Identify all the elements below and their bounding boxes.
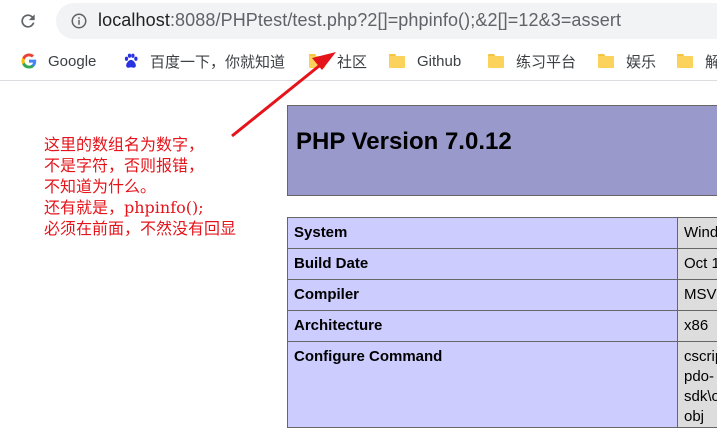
php-version-title: PHP Version 7.0.12 — [296, 128, 512, 156]
row-value: MSVC — [678, 280, 717, 311]
bookmark-label: Github — [417, 53, 461, 70]
annotation-note: 这里的数组名为数字， 不是字符，否则报错， 不知道为什么。 还有就是，phpin… — [44, 134, 294, 239]
bookmark-baidu[interactable]: 百度一下，你就知道 — [122, 42, 285, 80]
annotation-line: 还有就是，phpinfo(); — [44, 198, 204, 217]
table-row: System Wind — [288, 218, 717, 249]
info-icon[interactable] — [70, 12, 88, 30]
value-line: cscrip — [684, 347, 717, 367]
phpinfo-table: System Wind Build Date Oct 1 Compiler MS… — [287, 217, 717, 428]
bookmark-label: 解 — [705, 51, 717, 72]
row-key: System — [288, 218, 678, 249]
folder-icon — [598, 54, 614, 68]
row-value: Wind — [678, 218, 717, 249]
address-bar[interactable]: localhost:8088/PHPtest/test.php?2[]=phpi… — [56, 3, 717, 39]
bookmark-folder-more[interactable]: 解 — [677, 42, 717, 80]
baidu-paw-icon — [122, 52, 140, 70]
row-value: Oct 1 — [678, 249, 717, 280]
folder-icon — [309, 54, 325, 68]
table-row: Build Date Oct 1 — [288, 249, 717, 280]
bookmark-folder-community[interactable]: 社区 — [309, 42, 367, 80]
google-icon — [20, 52, 38, 70]
bookmark-label: 百度一下，你就知道 — [150, 51, 285, 72]
value-line: sdk\o — [684, 387, 717, 407]
row-key: Architecture — [288, 311, 678, 342]
row-key: Compiler — [288, 280, 678, 311]
bookmark-folder-entertainment[interactable]: 娱乐 — [598, 42, 656, 80]
annotation-line: 这里的数组名为数字， — [44, 135, 204, 154]
table-row: Architecture x86 — [288, 311, 717, 342]
value-line: pdo- — [684, 367, 717, 387]
folder-icon — [677, 54, 693, 68]
url-text[interactable]: localhost:8088/PHPtest/test.php?2[]=phpi… — [98, 10, 621, 31]
annotation-line: 不是字符，否则报错， — [44, 156, 204, 175]
bookmarks-bar: Google 百度一下，你就知道 社区 Github 练习平台 娱乐 解 — [0, 42, 717, 81]
reload-icon[interactable] — [16, 9, 40, 33]
bookmark-folder-github[interactable]: Github — [389, 42, 461, 80]
value-line: obj — [684, 407, 717, 427]
row-value: x86 — [678, 311, 717, 342]
folder-icon — [389, 54, 405, 68]
row-key: Build Date — [288, 249, 678, 280]
table-row: Compiler MSVC — [288, 280, 717, 311]
bookmark-google[interactable]: Google — [20, 42, 96, 80]
bookmark-folder-practice[interactable]: 练习平台 — [488, 42, 576, 80]
annotation-line: 必须在前面，不然没有回显 — [44, 219, 236, 238]
annotation-line: 不知道为什么。 — [44, 177, 156, 196]
php-version-header: PHP Version 7.0.12 — [287, 105, 717, 196]
url-path: :8088/PHPtest/test.php?2[]=phpinfo();&2[… — [170, 10, 621, 30]
bookmark-label: 练习平台 — [516, 51, 576, 72]
bookmark-label: 娱乐 — [626, 51, 656, 72]
bookmark-label: Google — [48, 53, 96, 70]
browser-toolbar: localhost:8088/PHPtest/test.php?2[]=phpi… — [0, 0, 717, 42]
url-host: localhost — [98, 10, 170, 30]
bookmark-label: 社区 — [337, 51, 367, 72]
folder-icon — [488, 54, 504, 68]
